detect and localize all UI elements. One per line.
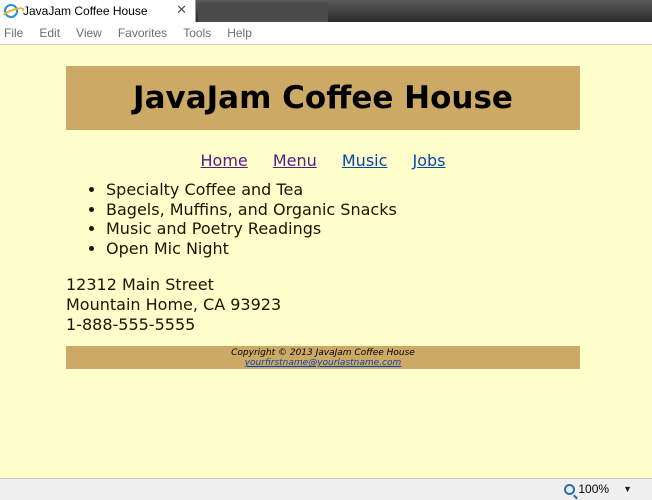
nav-link-menu[interactable]: Menu xyxy=(273,151,317,170)
page-content: JavaJam Coffee House Home Menu Music Job… xyxy=(66,66,580,370)
menu-help[interactable]: Help xyxy=(227,26,252,40)
chevron-down-icon[interactable]: ▼ xyxy=(623,484,632,494)
list-item: Specialty Coffee and Tea xyxy=(106,180,580,200)
list-item: Music and Poetry Readings xyxy=(106,219,580,239)
menu-edit[interactable]: Edit xyxy=(39,26,60,40)
nav-link-home[interactable]: Home xyxy=(201,151,248,170)
nav-link-music[interactable]: Music xyxy=(342,151,388,170)
browser-tab[interactable]: JavaJam Coffee House ✕ xyxy=(0,0,196,22)
nav-link-jobs[interactable]: Jobs xyxy=(413,151,446,170)
copyright-text: Copyright © 2013 JavaJam Coffee House xyxy=(231,348,415,359)
internet-explorer-icon xyxy=(4,4,18,18)
list-item: Open Mic Night xyxy=(106,239,580,259)
background-tab[interactable] xyxy=(198,2,328,22)
browser-menu-bar: File Edit View Favorites Tools Help xyxy=(0,22,652,45)
menu-view[interactable]: View xyxy=(76,26,102,40)
browser-status-bar: 100% ▼ xyxy=(0,478,652,500)
city-state-zip: Mountain Home, CA 93923 xyxy=(66,294,282,314)
site-header: JavaJam Coffee House xyxy=(66,66,580,130)
phone-number: 1-888-555-5555 xyxy=(66,314,196,334)
menu-tools[interactable]: Tools xyxy=(183,26,211,40)
site-title: JavaJam Coffee House xyxy=(133,80,513,116)
address-block: 12312 Main Street Mountain Home, CA 9392… xyxy=(66,275,580,334)
zoom-level: 100% xyxy=(578,482,610,496)
feature-list: Specialty Coffee and Tea Bagels, Muffins… xyxy=(106,180,580,258)
street-address: 12312 Main Street xyxy=(66,275,214,295)
main-nav: Home Menu Music Jobs xyxy=(66,151,580,170)
close-tab-icon[interactable]: ✕ xyxy=(176,3,187,18)
zoom-control[interactable]: 100% ▼ xyxy=(564,482,632,496)
menu-file[interactable]: File xyxy=(4,26,23,40)
list-item: Bagels, Muffins, and Organic Snacks xyxy=(106,200,580,220)
browser-tab-bar: JavaJam Coffee House ✕ xyxy=(0,0,652,22)
tab-title: JavaJam Coffee House xyxy=(23,4,148,18)
email-link[interactable]: yourfirstname@yourlastname.com xyxy=(245,358,402,368)
site-footer: Copyright © 2013 JavaJam Coffee House yo… xyxy=(66,346,580,370)
menu-favorites[interactable]: Favorites xyxy=(118,26,167,40)
zoom-icon xyxy=(564,483,576,495)
